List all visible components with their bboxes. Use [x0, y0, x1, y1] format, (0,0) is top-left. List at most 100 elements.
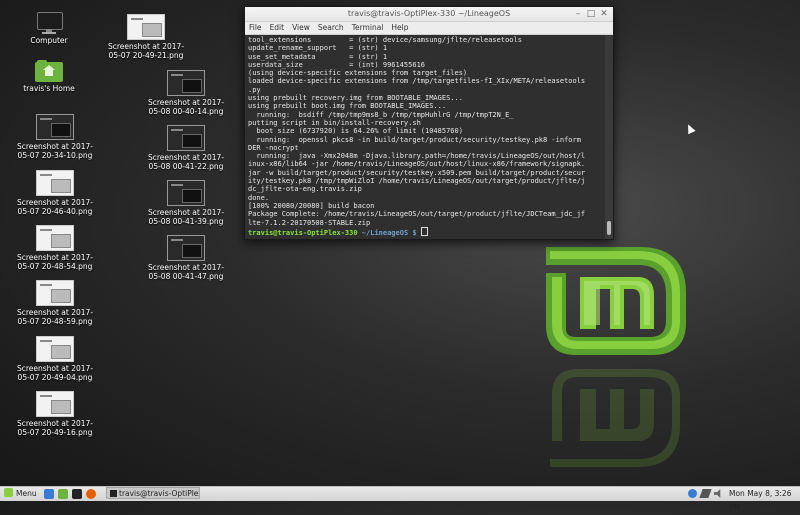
desktop-icon-screenshot[interactable]: Screenshot at 2017-05-07 20-48-54.png	[13, 225, 97, 271]
volume-icon[interactable]	[714, 489, 721, 498]
home-folder-icon	[35, 60, 63, 82]
desktop-icon-screenshot[interactable]: Screenshot at 2017-05-08 00-41-22.png	[144, 125, 228, 171]
terminal-prompt-line[interactable]: travis@travis-OptiPlex-330 ~/LineageOS $	[248, 226, 602, 237]
close-button[interactable]: ✕	[599, 9, 609, 19]
menu-button[interactable]: Menu	[4, 487, 37, 501]
terminal-line: using prebuilt boot.img from BOOTABLE_IM…	[248, 102, 447, 111]
text-cursor	[420, 226, 428, 236]
desktop-icon-screenshot[interactable]: Screenshot at 2017-05-07 20-48-59.png	[13, 280, 97, 326]
desktop-icon-screenshot[interactable]: Screenshot at 2017-05-07 20-34-10.png	[13, 114, 97, 160]
desktop-icon-label: Screenshot at 2017-05-07 20-49-04.png	[16, 364, 94, 382]
update-manager-icon[interactable]	[688, 489, 697, 498]
terminal-line: jar -w build/target/product/security/tes…	[248, 168, 586, 177]
taskbar-window-terminal[interactable]: travis@travis-OptiPlex-330 ~/LineageOS	[106, 487, 200, 499]
desktop-icon-label: Screenshot at 2017-05-08 00-41-22.png	[147, 153, 225, 171]
terminal-line: putting script in bin/install-recovery.s…	[248, 118, 421, 127]
window-titlebar[interactable]: travis@travis-OptiPlex-330 ~/LineageOS –…	[245, 7, 613, 22]
desktop-icon-screenshot[interactable]: Screenshot at 2017-05-07 20-49-04.png	[13, 336, 97, 382]
desktop-icon-screenshot[interactable]: Screenshot at 2017-05-07 20-46-40.png	[13, 170, 97, 216]
menu-file[interactable]: File	[249, 22, 262, 34]
desktop-icon-label: Screenshot at 2017-05-07 20-46-40.png	[16, 198, 94, 216]
terminal-line: lte-7.1.2-20170508-STABLE.zip	[248, 218, 371, 227]
image-thumbnail-icon	[127, 14, 165, 40]
image-thumbnail-icon	[36, 336, 74, 362]
terminal-line: running: openssl pkcs8 -in build/target/…	[248, 135, 581, 144]
terminal-line: using prebuilt recovery.img from BOOTABL…	[248, 94, 463, 103]
terminal-scrollbar[interactable]	[605, 35, 613, 239]
desktop-icon-label: Screenshot at 2017-05-07 20-48-59.png	[16, 308, 94, 326]
terminal-window[interactable]: travis@travis-OptiPlex-330 ~/LineageOS –…	[244, 6, 614, 240]
window-title: travis@travis-OptiPlex-330 ~/LineageOS	[347, 9, 511, 18]
terminal-output[interactable]: tool_extensions = (str) device/samsung/j…	[245, 35, 605, 239]
mint-logo-reflection	[550, 369, 680, 467]
desktop-icon-home[interactable]: travis's Home	[7, 60, 91, 93]
image-thumbnail-icon	[36, 170, 74, 196]
menu-view[interactable]: View	[292, 22, 310, 34]
menu-terminal[interactable]: Terminal	[352, 22, 384, 34]
image-thumbnail-icon	[167, 70, 205, 96]
mint-menu-icon	[4, 488, 13, 497]
terminal-line: tool_extensions = (str) device/samsung/j…	[248, 36, 522, 44]
desktop-icon-screenshot[interactable]: Screenshot at 2017-05-08 00-41-47.png	[144, 235, 228, 281]
terminal-line: DER -nocrypt	[248, 143, 299, 152]
desktop-icon-label: Screenshot at 2017-05-08 00-41-39.png	[147, 208, 225, 226]
terminal-line: (using device-specific extensions from t…	[248, 69, 468, 78]
desktop-icon-screenshot[interactable]: Screenshot at 2017-05-08 00-41-39.png	[144, 180, 228, 226]
terminal-launcher-icon[interactable]	[72, 489, 82, 499]
terminal-line: done.	[248, 193, 270, 202]
terminal-line: ity/testkey.pk8 /tmp/tmpWiZloI /home/tra…	[248, 177, 586, 186]
terminal-line: update_rename_support = (str) 1	[248, 44, 388, 53]
terminal-line: use_set_metadata = (str) 1	[248, 52, 388, 61]
taskbar: Menu travis@travis-OptiPlex-330 ~/Lineag…	[0, 486, 800, 512]
desktop-icon-label: Screenshot at 2017-05-07 20-48-54.png	[16, 253, 94, 271]
terminal-small-icon	[110, 490, 117, 497]
files-icon[interactable]	[58, 489, 68, 499]
menu-button-label: Menu	[16, 489, 37, 498]
terminal-line: userdata_size = (int) 9961455616	[248, 60, 426, 69]
show-desktop-icon[interactable]	[44, 489, 54, 499]
desktop-icon-screenshot[interactable]: Screenshot at 2017-05-07 20-49-16.png	[13, 391, 97, 437]
image-thumbnail-icon	[36, 225, 74, 251]
desktop-icon-label: Screenshot at 2017-05-07 20-49-21.png	[107, 42, 185, 60]
desktop-icon-label: Screenshot at 2017-05-07 20-34-10.png	[16, 142, 94, 160]
desktop-icon-label: travis's Home	[23, 84, 75, 93]
image-thumbnail-icon	[167, 125, 205, 151]
menu-edit[interactable]: Edit	[270, 22, 285, 34]
prompt-user: travis@travis-OptiPlex-330	[248, 228, 358, 237]
menu-help[interactable]: Help	[391, 22, 408, 34]
taskbar-window-label: travis@travis-OptiPlex-330 ~/LineageOS	[119, 489, 199, 498]
mouse-pointer-icon	[684, 122, 696, 135]
desktop-icon-label: Computer	[30, 36, 68, 45]
mint-logo	[546, 247, 686, 355]
image-thumbnail-icon	[36, 280, 74, 306]
desktop-icon-label: Screenshot at 2017-05-08 00-41-47.png	[147, 263, 225, 281]
image-thumbnail-icon	[167, 235, 205, 261]
clock[interactable]: Mon May 8, 3:26 PM	[729, 487, 800, 512]
terminal-line: loaded device-specific extensions from /…	[248, 77, 586, 86]
image-thumbnail-icon	[36, 391, 74, 417]
prompt-path: ~/LineageOS $	[361, 228, 417, 237]
image-thumbnail-icon	[36, 114, 74, 140]
terminal-line: inux-x86/lib64 -jar /home/travis/Lineage…	[248, 160, 586, 169]
maximize-button[interactable]: □	[586, 9, 596, 19]
terminal-line: Package Complete: /home/travis/LineageOS…	[248, 210, 586, 219]
image-thumbnail-icon	[167, 180, 205, 206]
terminal-menubar: File Edit View Search Terminal Help	[245, 22, 613, 35]
terminal-line: .py	[248, 85, 261, 94]
firefox-icon[interactable]	[86, 489, 96, 499]
terminal-line: running: java -Xmx2048m -Djava.library.p…	[248, 152, 586, 161]
computer-icon	[36, 12, 63, 34]
terminal-line: [100% 20080/20080] build bacon	[248, 201, 375, 210]
desktop-icon-screenshot[interactable]: Screenshot at 2017-05-07 20-49-21.png	[104, 14, 188, 60]
minimize-button[interactable]: –	[573, 9, 583, 19]
network-icon[interactable]	[699, 489, 712, 498]
desktop-icon-label: Screenshot at 2017-05-07 20-49-16.png	[16, 419, 94, 437]
terminal-line: dc_jflte-ota-eng.travis.zip	[248, 185, 362, 194]
menu-search[interactable]: Search	[318, 22, 344, 34]
desktop-icon-computer[interactable]: Computer	[7, 12, 91, 45]
desktop-icon-label: Screenshot at 2017-05-08 00-40-14.png	[147, 98, 225, 116]
scrollbar-thumb[interactable]	[607, 221, 611, 235]
desktop-icon-screenshot[interactable]: Screenshot at 2017-05-08 00-40-14.png	[144, 70, 228, 116]
terminal-line: boot size (6737920) is 64.26% of limit (…	[248, 127, 463, 136]
terminal-line: running: bsdiff /tmp/tmp9ms8_b /tmp/tmpH…	[248, 110, 514, 119]
